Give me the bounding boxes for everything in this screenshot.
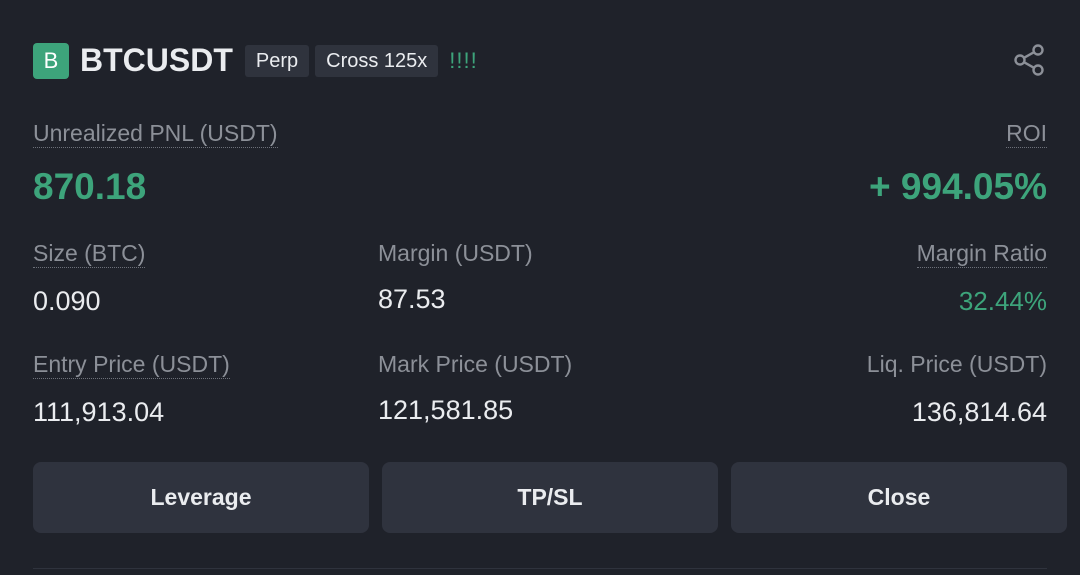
margin-ratio-label[interactable]: Margin Ratio bbox=[916, 238, 1047, 268]
roi-value: + 994.05% bbox=[869, 166, 1047, 207]
entry-price-label-text: Entry Price (USDT) bbox=[33, 351, 230, 379]
tpsl-button[interactable]: TP/SL bbox=[382, 462, 718, 533]
entry-price-label[interactable]: Entry Price (USDT) bbox=[33, 349, 230, 379]
size-value: 0.090 bbox=[33, 286, 101, 316]
position-card: B BTCUSDT Perp Cross 125x !!!! Unrealize… bbox=[0, 0, 1080, 575]
margin-value: 87.53 bbox=[378, 284, 446, 314]
size-label-text: Size (BTC) bbox=[33, 240, 146, 268]
roi-label-text: ROI bbox=[1006, 120, 1047, 148]
divider bbox=[33, 568, 1047, 569]
margin-label: Margin (USDT) bbox=[378, 240, 533, 266]
margin-ratio-value: 32.44% bbox=[958, 286, 1047, 316]
margin-ratio-label-text: Margin Ratio bbox=[916, 240, 1047, 268]
pnl-value: 870.18 bbox=[33, 166, 147, 207]
mark-price-label: Mark Price (USDT) bbox=[378, 351, 573, 377]
roi-label[interactable]: ROI bbox=[1006, 118, 1047, 148]
side-badge: B bbox=[33, 42, 69, 79]
share-icon[interactable] bbox=[1012, 43, 1046, 77]
symbol-title[interactable]: BTCUSDT bbox=[80, 42, 233, 79]
liq-price-label: Liq. Price (USDT) bbox=[866, 351, 1047, 377]
adl-signal-icon: !!!! bbox=[449, 47, 478, 73]
contract-type-tag: Perp bbox=[244, 44, 310, 77]
margin-mode-leverage-tag[interactable]: Cross 125x bbox=[315, 44, 439, 77]
size-label[interactable]: Size (BTC) bbox=[33, 238, 146, 268]
leverage-button[interactable]: Leverage bbox=[33, 462, 369, 533]
entry-price-value: 111,913.04 bbox=[33, 397, 165, 427]
pnl-label-text: Unrealized PNL (USDT) bbox=[33, 120, 278, 148]
mark-price-value: 121,581.85 bbox=[378, 395, 514, 425]
liq-price-value: 136,814.64 bbox=[911, 397, 1047, 427]
close-position-button[interactable]: Close bbox=[731, 462, 1067, 533]
position-header: B BTCUSDT Perp Cross 125x !!!! bbox=[33, 42, 478, 79]
pnl-label[interactable]: Unrealized PNL (USDT) bbox=[33, 118, 278, 148]
